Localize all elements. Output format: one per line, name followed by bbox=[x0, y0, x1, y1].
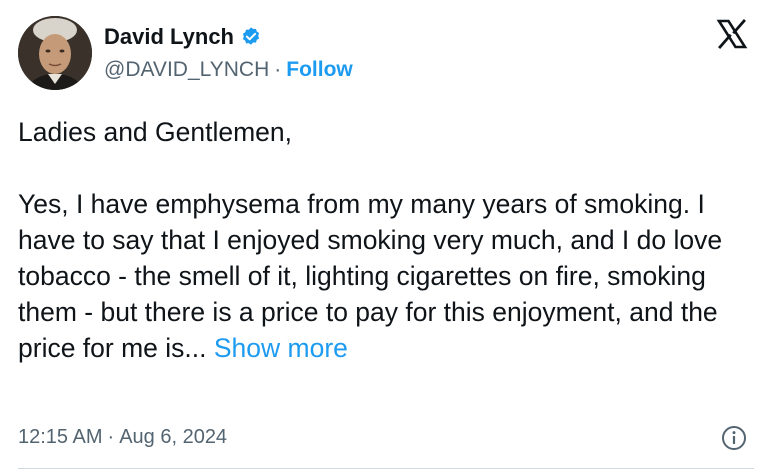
separator-dot: · bbox=[107, 426, 115, 448]
avatar[interactable] bbox=[18, 16, 92, 90]
tweet-greeting: Ladies and Gentlemen, bbox=[18, 117, 293, 147]
author-handle-row: @DAVID_LYNCH · Follow bbox=[104, 58, 353, 82]
tweet-time: 12:15 AM bbox=[18, 426, 103, 448]
separator-dot: · bbox=[274, 58, 282, 81]
verified-badge-icon bbox=[240, 26, 262, 48]
show-more-link[interactable]: Show more bbox=[214, 333, 348, 363]
x-logo-icon[interactable] bbox=[716, 18, 748, 50]
info-icon[interactable] bbox=[720, 424, 748, 452]
handle[interactable]: @DAVID_LYNCH bbox=[104, 58, 269, 82]
avatar-image bbox=[18, 16, 92, 90]
divider bbox=[18, 468, 754, 469]
author-name-row: David Lynch bbox=[104, 24, 262, 50]
tweet-date: Aug 6, 2024 bbox=[119, 426, 228, 448]
tweet-body-text: Yes, I have emphysema from my many years… bbox=[18, 189, 723, 363]
display-name[interactable]: David Lynch bbox=[104, 24, 234, 50]
follow-button[interactable]: Follow bbox=[286, 58, 353, 82]
tweet-text: Ladies and Gentlemen, Yes, I have emphys… bbox=[18, 114, 753, 366]
tweet-paragraph: Yes, I have emphysema from my many years… bbox=[18, 186, 753, 366]
tweet-card: David Lynch @DAVID_LYNCH · Follow Ladies… bbox=[0, 0, 768, 474]
tweet-timestamp[interactable]: 12:15 AM · Aug 6, 2024 bbox=[18, 426, 227, 449]
